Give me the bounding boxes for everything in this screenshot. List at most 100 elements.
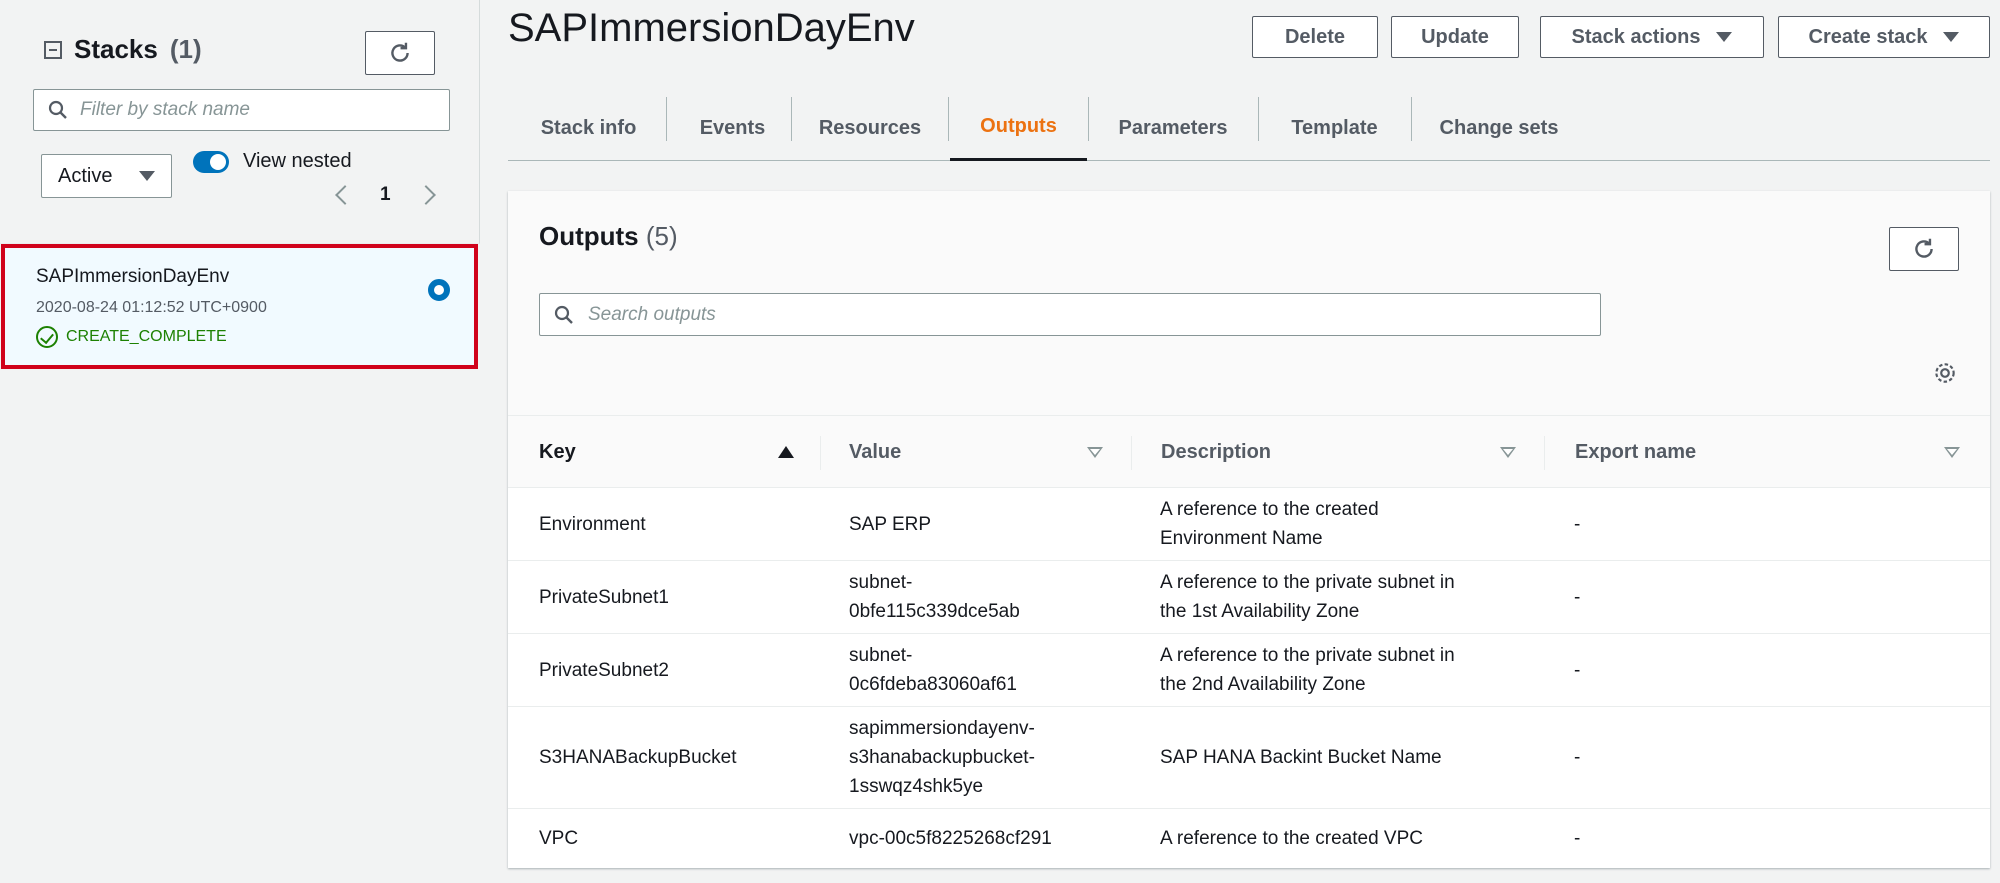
search-outputs-input[interactable] [588, 303, 1588, 326]
tab-stack-info[interactable]: Stack info [508, 95, 669, 161]
stacks-title: Stacks [74, 34, 158, 64]
create-stack-label: Create stack [1808, 25, 1928, 48]
filter-stacks-field[interactable] [33, 89, 450, 131]
table-header-row: Key Value Description Export name [508, 416, 1990, 488]
update-button-label: Update [1421, 25, 1489, 48]
refresh-icon [391, 42, 409, 62]
gear-icon [1935, 363, 1955, 383]
tab-change-sets[interactable]: Change sets [1411, 95, 1587, 161]
delete-button-label: Delete [1284, 25, 1346, 48]
output-key: S3HANABackupBucket [539, 747, 737, 768]
output-key: PrivateSubnet2 [539, 659, 669, 681]
view-nested-toggle[interactable] [193, 150, 229, 173]
output-export-name: - [1574, 828, 1581, 849]
outputs-count: (5) [645, 221, 678, 251]
column-header-value-label: Value [849, 440, 902, 463]
stack-status: CREATE_COMPLETE [36, 326, 227, 348]
sort-icon[interactable] [1944, 447, 1960, 458]
tab-template[interactable]: Template [1258, 95, 1411, 161]
tab-divider [948, 97, 949, 141]
tab-outputs[interactable]: Outputs [950, 95, 1087, 161]
table-row: PrivateSubnet2 subnet- 0c6fdeba83060af61… [508, 634, 1990, 707]
stack-detail-tabs: Stack info Events Resources Outputs Para… [508, 95, 1990, 161]
output-value: subnet- 0c6fdeba83060af61 [849, 645, 1017, 695]
column-header-description-label: Description [1161, 440, 1272, 463]
update-button[interactable]: Update [1391, 16, 1519, 58]
stacks-heading: Stacks (1) [44, 34, 202, 65]
outputs-title: Outputs (5) [539, 221, 678, 252]
column-header-export-name[interactable]: Export name [1575, 416, 1696, 488]
output-key: PrivateSubnet1 [539, 586, 669, 608]
stack-select-radio[interactable] [428, 279, 450, 301]
output-export-name: - [1574, 586, 1581, 608]
output-export-name: - [1574, 659, 1581, 681]
stack-status-text: CREATE_COMPLETE [66, 328, 227, 345]
search-icon [48, 100, 67, 119]
collapse-icon[interactable] [44, 40, 62, 59]
stacks-count: (1) [169, 34, 202, 64]
outputs-title-text: Outputs [539, 221, 639, 251]
sort-icon[interactable] [1087, 447, 1103, 458]
column-header-description[interactable]: Description [1161, 416, 1271, 488]
output-description: A reference to the private subnet in the… [1160, 645, 1455, 695]
create-stack-button[interactable]: Create stack [1778, 16, 1990, 58]
view-nested-label: View nested [243, 150, 352, 172]
stacks-panel-header: Stacks (1) Active View nested 1 [0, 0, 480, 244]
stack-list-item[interactable]: SAPImmersionDayEnv 2020-08-24 01:12:52 U… [1, 244, 478, 369]
stacks-sidebar: Stacks (1) Active View nested 1 [0, 0, 480, 883]
output-value: SAP ERP [849, 513, 932, 535]
next-page-icon[interactable] [415, 185, 436, 205]
stack-created-date: 2020-08-24 01:12:52 UTC+0900 [36, 299, 267, 316]
output-export-name: - [1574, 513, 1581, 535]
caret-down-icon [1716, 32, 1733, 42]
caret-down-icon [1943, 32, 1960, 42]
pagination: 1 [335, 184, 436, 206]
column-header-key-label: Key [539, 440, 576, 463]
refresh-icon [1915, 238, 1933, 258]
column-divider [1544, 436, 1545, 470]
table-row: PrivateSubnet1 subnet- 0bfe115c339dce5ab… [508, 561, 1990, 634]
tab-resources[interactable]: Resources [791, 95, 949, 161]
output-description: SAP HANA Backint Bucket Name [1160, 747, 1442, 768]
outputs-header: Outputs (5) [508, 191, 1990, 416]
output-value: subnet- 0bfe115c339dce5ab [849, 572, 1020, 622]
view-nested-control: View nested [193, 150, 352, 173]
search-icon [554, 305, 573, 324]
current-page[interactable]: 1 [380, 184, 391, 206]
tab-events[interactable]: Events [666, 95, 799, 161]
sort-ascending-icon[interactable] [778, 446, 794, 458]
column-header-export-label: Export name [1575, 440, 1697, 463]
output-key: Environment [539, 513, 646, 535]
output-export-name: - [1574, 747, 1581, 768]
stack-actions-button[interactable]: Stack actions [1540, 16, 1764, 58]
table-row: S3HANABackupBucket sapimmersiondayenv- s… [508, 707, 1990, 809]
stack-actions-label: Stack actions [1571, 25, 1701, 48]
search-outputs-field[interactable] [539, 293, 1601, 336]
table-row: Environment SAP ERP A reference to the c… [508, 488, 1990, 561]
column-header-value[interactable]: Value [849, 416, 901, 488]
delete-button[interactable]: Delete [1252, 16, 1378, 58]
outputs-panel: Outputs (5) Key Value [508, 191, 1990, 868]
output-key: VPC [539, 828, 579, 849]
column-divider [1131, 436, 1132, 470]
output-value: vpc-00c5f8225268cf291 [849, 828, 1052, 849]
stack-name[interactable]: SAPImmersionDayEnv [36, 266, 229, 288]
table-row: VPC vpc-00c5f8225268cf291 A reference to… [508, 809, 1990, 868]
output-value: sapimmersiondayenv- s3hanabackupbucket- … [849, 718, 1035, 797]
page-title: SAPImmersionDayEnv [508, 6, 915, 50]
tab-parameters[interactable]: Parameters [1088, 95, 1258, 161]
output-description: A reference to the created VPC [1160, 828, 1423, 849]
output-description: A reference to the created Environment N… [1160, 499, 1379, 549]
refresh-outputs-button[interactable] [1889, 227, 1959, 271]
filter-stacks-input[interactable] [80, 99, 420, 121]
caret-down-icon [139, 171, 155, 181]
status-filter-select[interactable]: Active [41, 154, 172, 198]
column-header-key[interactable]: Key [539, 416, 576, 488]
output-description: A reference to the private subnet in the… [1160, 572, 1455, 622]
check-circle-icon [36, 326, 58, 348]
refresh-stacks-button[interactable] [365, 31, 435, 75]
table-settings-button[interactable] [1930, 358, 1960, 388]
column-divider [820, 436, 821, 470]
sort-icon[interactable] [1500, 447, 1516, 458]
previous-page-icon[interactable] [335, 185, 355, 205]
